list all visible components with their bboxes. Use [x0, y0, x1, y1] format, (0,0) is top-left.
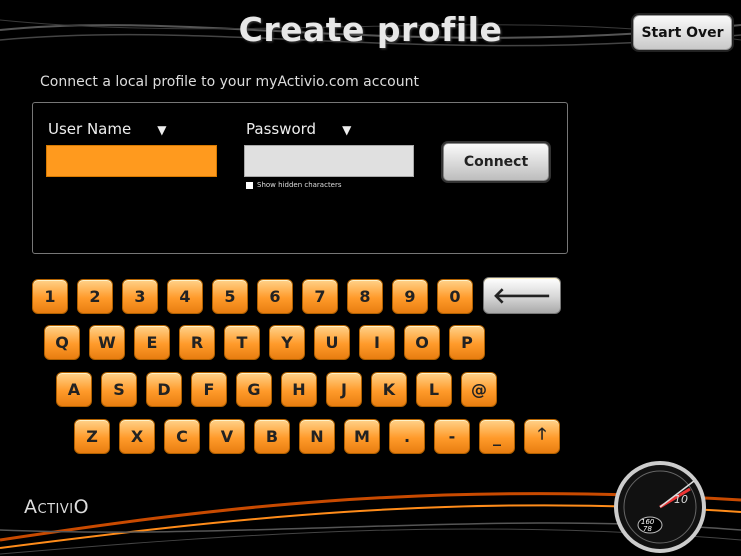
backspace-arrow-icon: 🡐: [492, 283, 552, 309]
user-name-input[interactable]: [47, 146, 216, 176]
key-b[interactable]: B: [254, 419, 290, 454]
key-h[interactable]: H: [281, 372, 317, 407]
key-z[interactable]: Z: [74, 419, 110, 454]
password-label[interactable]: Password ▼: [246, 120, 351, 138]
password-dropdown-icon[interactable]: ▼: [342, 123, 351, 137]
key-at[interactable]: @: [461, 372, 497, 407]
key-a[interactable]: A: [56, 372, 92, 407]
key-hyphen[interactable]: -: [434, 419, 470, 454]
user-dropdown-icon[interactable]: ▼: [157, 123, 166, 137]
key-c[interactable]: C: [164, 419, 200, 454]
subtitle: Connect a local profile to your myActivi…: [40, 74, 419, 90]
key-period[interactable]: .: [389, 419, 425, 454]
key-u[interactable]: U: [314, 325, 350, 360]
user-name-field[interactable]: [46, 145, 217, 177]
show-hidden-checkbox[interactable]: Show hidden characters: [246, 181, 342, 189]
key-v[interactable]: V: [209, 419, 245, 454]
activio-logo: ActiviO: [24, 496, 90, 518]
key-4[interactable]: 4: [167, 279, 203, 314]
gauge-bottom-value: 78: [643, 525, 652, 533]
user-name-label-text: User Name: [48, 120, 132, 138]
backspace-key[interactable]: 🡐: [483, 277, 561, 314]
key-m[interactable]: M: [344, 419, 380, 454]
key-g[interactable]: G: [236, 372, 272, 407]
key-2[interactable]: 2: [77, 279, 113, 314]
key-k[interactable]: K: [371, 372, 407, 407]
connect-button[interactable]: Connect: [443, 143, 549, 181]
checkbox-icon[interactable]: [246, 181, 253, 189]
key-l[interactable]: L: [416, 372, 452, 407]
login-panel: User Name ▼ Password ▼ Show hidden charact…: [32, 102, 568, 254]
key-d[interactable]: D: [146, 372, 182, 407]
key-underscore[interactable]: _: [479, 419, 515, 454]
key-0[interactable]: 0: [437, 279, 473, 314]
page-title: Create profile: [238, 10, 503, 49]
key-o[interactable]: O: [404, 325, 440, 360]
key-7[interactable]: 7: [302, 279, 338, 314]
key-r[interactable]: R: [179, 325, 215, 360]
key-q[interactable]: Q: [44, 325, 80, 360]
key-j[interactable]: J: [326, 372, 362, 407]
key-t[interactable]: T: [224, 325, 260, 360]
password-field[interactable]: [244, 145, 414, 177]
shift-arrow-icon: 🡑: [537, 424, 547, 443]
show-hidden-label: Show hidden characters: [257, 181, 342, 189]
key-s[interactable]: S: [101, 372, 137, 407]
key-5[interactable]: 5: [212, 279, 248, 314]
key-e[interactable]: E: [134, 325, 170, 360]
key-p[interactable]: P: [449, 325, 485, 360]
key-y[interactable]: Y: [269, 325, 305, 360]
key-1[interactable]: 1: [32, 279, 68, 314]
password-label-text: Password: [246, 120, 317, 138]
user-name-label[interactable]: User Name ▼: [48, 120, 166, 138]
gauge-value: 10: [674, 493, 688, 506]
password-input[interactable]: [245, 146, 413, 176]
key-i[interactable]: I: [359, 325, 395, 360]
key-8[interactable]: 8: [347, 279, 383, 314]
key-f[interactable]: F: [191, 372, 227, 407]
key-x[interactable]: X: [119, 419, 155, 454]
key-3[interactable]: 3: [122, 279, 158, 314]
speedometer-gauge-icon: 10 160 78: [614, 461, 706, 553]
shift-key[interactable]: 🡑: [524, 419, 560, 454]
key-w[interactable]: W: [89, 325, 125, 360]
key-9[interactable]: 9: [392, 279, 428, 314]
key-n[interactable]: N: [299, 419, 335, 454]
key-6[interactable]: 6: [257, 279, 293, 314]
start-over-button[interactable]: Start Over: [633, 15, 732, 50]
